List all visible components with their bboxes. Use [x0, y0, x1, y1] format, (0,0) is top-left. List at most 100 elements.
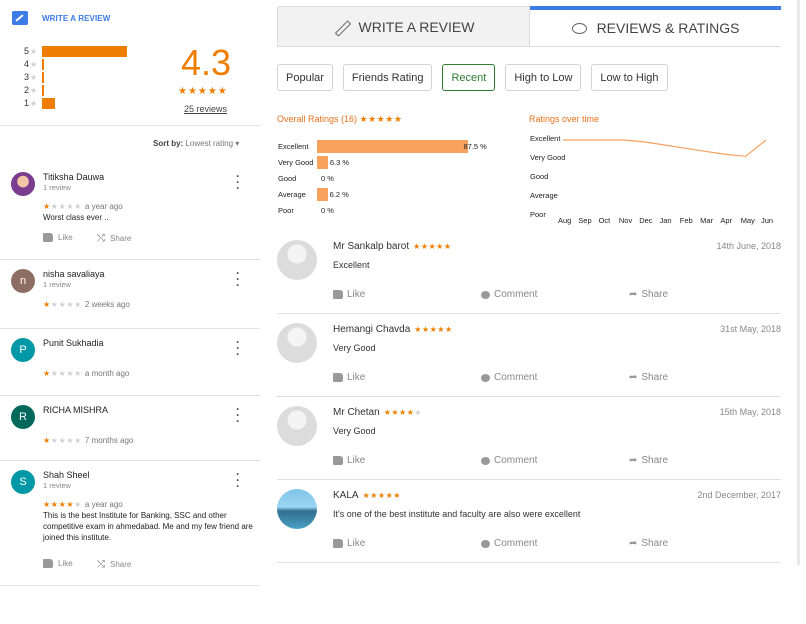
- rating-distribution-row: 4 ★: [24, 58, 44, 70]
- comment-button[interactable]: Comment: [481, 538, 537, 549]
- star-icon: ★: [74, 500, 82, 509]
- avatar: n: [11, 269, 35, 293]
- review-item: Mr Sankalp barot ★★★★★ 14th June, 2018 Exce…: [277, 231, 781, 314]
- share-button[interactable]: ⤭ Share: [97, 233, 131, 244]
- ratings-series-line: [563, 139, 767, 157]
- sort-dropdown[interactable]: Sort by: Lowest rating ▾: [153, 139, 239, 148]
- avatar: P: [11, 338, 35, 362]
- star-icon: ★: [437, 325, 445, 334]
- star-icon: ★: [66, 202, 75, 211]
- like-label: Like: [347, 538, 366, 549]
- star-icon: ★: [43, 369, 51, 378]
- star-icon: ★: [30, 59, 38, 69]
- reviewer-name[interactable]: Mr Sankalp barot ★★★★★: [333, 241, 452, 252]
- avatar-letter: n: [19, 275, 27, 287]
- reviews-count-link[interactable]: 25 reviews: [184, 104, 227, 114]
- like-label: Like: [347, 455, 366, 466]
- review-item: n nisha savaliaya 1 review ★★★★★ 2 weeks ago…: [0, 260, 260, 329]
- star-icon: ★: [43, 436, 51, 445]
- share-button[interactable]: ➦ Share: [629, 289, 668, 300]
- distribution-bar: [42, 59, 44, 70]
- more-options-icon[interactable]: · · ·: [236, 170, 240, 194]
- share-label: Share: [641, 455, 669, 466]
- comment-button[interactable]: Comment: [481, 455, 537, 466]
- comment-button[interactable]: Comment: [481, 372, 537, 383]
- distribution-bar: [42, 85, 44, 96]
- reviewer-name[interactable]: Hemangi Chavda ★★★★★: [333, 324, 453, 335]
- like-button[interactable]: Like: [333, 289, 365, 300]
- share-icon: ➦: [629, 538, 638, 549]
- share-button[interactable]: ➦ Share: [629, 455, 668, 466]
- review-stars: ★★★★★ a year ago: [43, 500, 123, 509]
- comment-button[interactable]: Comment: [481, 289, 537, 300]
- star-icon: ★: [420, 242, 429, 251]
- thumbs-up-icon: [43, 233, 53, 242]
- review-date: 31st May, 2018: [720, 324, 781, 334]
- review-text: This is the best Institute for Banking, …: [43, 511, 253, 542]
- share-button[interactable]: ⤭ Share: [97, 559, 131, 570]
- reviewer-name[interactable]: RICHA MISHRA: [43, 405, 108, 415]
- share-button[interactable]: ➦ Share: [629, 372, 668, 383]
- share-icon: ⤭: [97, 559, 105, 570]
- like-button[interactable]: Like: [333, 372, 365, 383]
- more-options-icon[interactable]: · · ·: [236, 267, 240, 291]
- write-review-label: WRITE A REVIEW: [42, 13, 111, 23]
- reviewer-name[interactable]: Mr Chetan ★★★★★: [333, 407, 422, 418]
- chevron-down-icon: ▾: [235, 139, 240, 148]
- reviewer-name-text: Mr Chetan: [333, 407, 380, 418]
- distribution-bar: [42, 98, 55, 109]
- star-icon: ★: [43, 500, 51, 509]
- review-item: R RICHA MISHRA ★★★★★ 7 months ago · · ·: [0, 396, 260, 461]
- star-icon: ★: [50, 300, 59, 309]
- page-scrollbar[interactable]: [797, 0, 800, 565]
- like-label: Like: [58, 559, 73, 568]
- reviewer-name-text: KALA: [333, 490, 359, 501]
- avatar: [277, 489, 317, 529]
- star-icon: ★: [421, 325, 430, 334]
- review-date: 14th June, 2018: [716, 241, 781, 251]
- star-icon: ★: [370, 491, 378, 500]
- review-stars: ★★★★★ 2 weeks ago: [43, 300, 130, 309]
- share-icon: ⤭: [97, 233, 105, 244]
- star-icon: ★: [74, 202, 82, 211]
- more-options-icon[interactable]: · · ·: [236, 336, 240, 360]
- share-icon: ➦: [629, 455, 638, 466]
- reviewer-name[interactable]: Shah Sheel: [43, 470, 90, 480]
- star-icon: ★: [50, 202, 59, 211]
- like-label: Like: [347, 289, 366, 300]
- share-icon: ➦: [629, 372, 638, 383]
- like-button[interactable]: Like: [333, 538, 365, 549]
- star-icon: ★: [444, 325, 453, 334]
- star-icon: ★: [66, 300, 75, 309]
- reviewer-review-count: 1 review: [43, 280, 71, 289]
- share-label: Share: [641, 538, 669, 549]
- like-button[interactable]: Like: [43, 233, 73, 242]
- avatar-letter: S: [19, 476, 27, 488]
- review-time: a year ago: [84, 500, 123, 509]
- reviewer-name[interactable]: KALA ★★★★★: [333, 490, 401, 501]
- star-icon: ★: [413, 242, 421, 251]
- like-button[interactable]: Like: [333, 455, 365, 466]
- thumbs-up-icon: [333, 456, 343, 465]
- star-icon: ★: [393, 491, 401, 500]
- review-item: KALA ★★★★★ 2nd December, 2017 It's one of t…: [277, 480, 781, 563]
- avatar: [277, 240, 317, 280]
- star-icon: ★: [66, 436, 75, 445]
- share-button[interactable]: ➦ Share: [629, 538, 668, 549]
- reviewer-name[interactable]: Punit Sukhadia: [43, 338, 104, 348]
- review-stars: ★★★★★ a year ago: [43, 202, 123, 211]
- star-icon: ★: [30, 46, 38, 56]
- more-options-icon[interactable]: · · ·: [236, 468, 240, 492]
- comment-label: Comment: [494, 538, 538, 549]
- star-icon: ★: [436, 242, 444, 251]
- write-review-link[interactable]: WRITE A REVIEW: [12, 11, 110, 25]
- reviewer-name[interactable]: Titiksha Dauwa: [43, 172, 104, 182]
- share-icon: ➦: [629, 289, 638, 300]
- star-icon: ★: [43, 202, 51, 211]
- like-button[interactable]: Like: [43, 559, 73, 568]
- star-icon: ★: [74, 300, 82, 309]
- more-options-icon[interactable]: · · ·: [236, 403, 240, 427]
- google-reviews-panel: WRITE A REVIEW 4.3 ★★★★★ 25 reviews 5 ★ 4 ★…: [0, 0, 260, 624]
- review-stars: ★★★★★ a month ago: [43, 369, 129, 378]
- reviewer-name[interactable]: nisha savaliaya: [43, 269, 105, 279]
